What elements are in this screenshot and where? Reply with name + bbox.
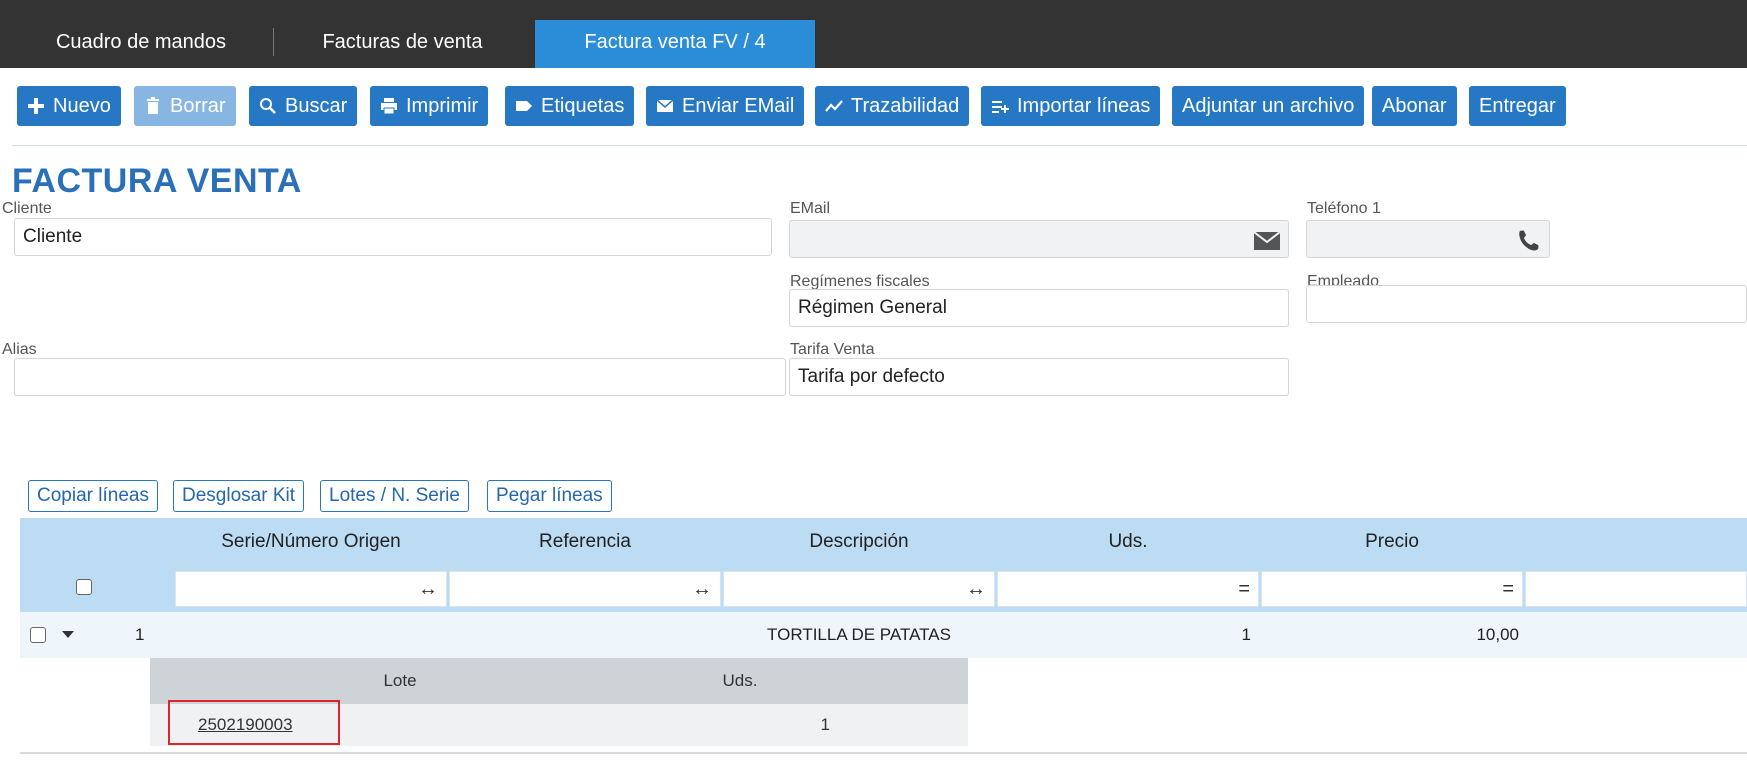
filter-referencia[interactable]: ↔ bbox=[449, 571, 721, 607]
abonar-button[interactable]: Abonar bbox=[1372, 86, 1457, 126]
lot-uds: 1 bbox=[820, 715, 830, 734]
col-precio[interactable]: Precio bbox=[1261, 518, 1523, 566]
toolbar-divider bbox=[12, 145, 1747, 146]
search-icon bbox=[259, 97, 277, 115]
buscar-button[interactable]: Buscar bbox=[249, 86, 358, 126]
call-button[interactable] bbox=[1509, 221, 1549, 257]
imprimir-label: Imprimir bbox=[406, 95, 479, 117]
empleado-field[interactable] bbox=[1306, 285, 1747, 323]
etiquetas-label: Etiquetas bbox=[541, 95, 625, 117]
page-title: FACTURA VENTA bbox=[12, 162, 302, 200]
buscar-label: Buscar bbox=[285, 95, 348, 117]
telefono-field[interactable] bbox=[1306, 220, 1550, 258]
entregar-label: Entregar bbox=[1479, 95, 1556, 117]
row-checkbox[interactable] bbox=[30, 627, 46, 643]
enviar-email-label: Enviar EMail bbox=[682, 95, 795, 117]
expand-caret-icon[interactable] bbox=[62, 631, 74, 639]
row-number: 1 bbox=[135, 625, 145, 644]
trend-line-icon bbox=[825, 97, 843, 115]
envelope-icon bbox=[656, 97, 674, 115]
alias-field[interactable] bbox=[14, 358, 786, 396]
trazabilidad-button[interactable]: Trazabilidad bbox=[815, 86, 970, 126]
etiquetas-button[interactable]: Etiquetas bbox=[505, 86, 635, 126]
select-all-checkbox[interactable] bbox=[76, 579, 92, 595]
phone-icon bbox=[1519, 230, 1539, 251]
row-descripcion: TORTILLA DE PATATAS bbox=[767, 625, 951, 644]
filter-extra[interactable] bbox=[1525, 571, 1747, 607]
tab-cuadro-de-mandos[interactable]: Cuadro de mandos bbox=[12, 20, 270, 68]
filter-uds[interactable]: = bbox=[997, 571, 1259, 607]
tarifa-field[interactable]: Tarifa por defecto bbox=[789, 358, 1289, 396]
desglosar-kit-button[interactable]: Desglosar Kit bbox=[173, 480, 304, 512]
tarifa-label: Tarifa Venta bbox=[790, 341, 875, 358]
row-precio: 10,00 bbox=[1476, 625, 1519, 644]
filter-serie-numero[interactable]: ↔ bbox=[175, 571, 447, 607]
cliente-label: Cliente bbox=[2, 200, 52, 217]
lots-header: Lote Uds. bbox=[150, 658, 968, 704]
toolbar: Nuevo Borrar Buscar Imprimir Etiquetas E… bbox=[0, 82, 1747, 130]
importar-lineas-button[interactable]: Importar líneas bbox=[981, 86, 1161, 126]
lotes-serie-button[interactable]: Lotes / N. Serie bbox=[320, 480, 469, 512]
abonar-label: Abonar bbox=[1382, 95, 1447, 117]
table-row[interactable]: 1 TORTILLA DE PATATAS 1 10,00 bbox=[20, 612, 1747, 658]
col-serie-numero[interactable]: Serie/Número Origen bbox=[175, 518, 447, 566]
email-field[interactable] bbox=[789, 220, 1289, 258]
lots-col-uds: Uds. bbox=[722, 671, 758, 690]
tab-bar: Cuadro de mandos Facturas de venta Factu… bbox=[0, 0, 1747, 68]
alias-label: Alias bbox=[2, 341, 37, 358]
col-uds[interactable]: Uds. bbox=[997, 518, 1259, 566]
trazabilidad-label: Trazabilidad bbox=[851, 95, 960, 117]
pegar-lineas-button[interactable]: Pegar líneas bbox=[487, 480, 612, 512]
row-uds: 1 bbox=[1241, 625, 1251, 644]
envelope-icon bbox=[1253, 231, 1281, 250]
email-label: EMail bbox=[790, 200, 831, 217]
importar-lineas-label: Importar líneas bbox=[1017, 95, 1151, 117]
enviar-email-button[interactable]: Enviar EMail bbox=[646, 86, 805, 126]
nuevo-label: Nuevo bbox=[53, 95, 111, 117]
adjuntar-label: Adjuntar un archivo bbox=[1182, 95, 1355, 117]
filter-descripcion[interactable]: ↔ bbox=[723, 571, 995, 607]
send-email-button[interactable] bbox=[1248, 221, 1288, 257]
telefono-label: Teléfono 1 bbox=[1307, 200, 1381, 217]
borrar-button[interactable]: Borrar bbox=[134, 86, 236, 126]
lots-col-lote: Lote bbox=[383, 671, 417, 690]
grid-bottom-line bbox=[20, 752, 1747, 754]
plus-icon bbox=[27, 97, 45, 115]
adjuntar-archivo-button[interactable]: Adjuntar un archivo bbox=[1172, 86, 1365, 126]
nuevo-button[interactable]: Nuevo bbox=[17, 86, 121, 126]
tab-facturas-de-venta[interactable]: Facturas de venta bbox=[270, 20, 535, 68]
tab-factura-venta-fv4[interactable]: Factura venta FV / 4 bbox=[535, 20, 815, 68]
imprimir-button[interactable]: Imprimir bbox=[370, 86, 489, 126]
col-referencia[interactable]: Referencia bbox=[449, 518, 721, 566]
filter-row: ↔ ↔ ↔ = = bbox=[20, 566, 1747, 612]
entregar-button[interactable]: Entregar bbox=[1469, 86, 1566, 126]
cliente-field[interactable]: Cliente bbox=[14, 218, 772, 256]
col-descripcion[interactable]: Descripción bbox=[723, 518, 995, 566]
trash-icon bbox=[144, 97, 162, 115]
highlight-box bbox=[168, 700, 340, 745]
regimenes-field[interactable]: Régimen General bbox=[789, 289, 1289, 327]
filter-precio[interactable]: = bbox=[1261, 571, 1523, 607]
copiar-lineas-button[interactable]: Copiar líneas bbox=[28, 480, 158, 512]
print-icon bbox=[380, 97, 398, 115]
list-add-icon bbox=[991, 97, 1009, 115]
grid-header: Serie/Número Origen Referencia Descripci… bbox=[20, 518, 1747, 566]
borrar-label: Borrar bbox=[170, 95, 226, 117]
tag-icon bbox=[515, 97, 533, 115]
